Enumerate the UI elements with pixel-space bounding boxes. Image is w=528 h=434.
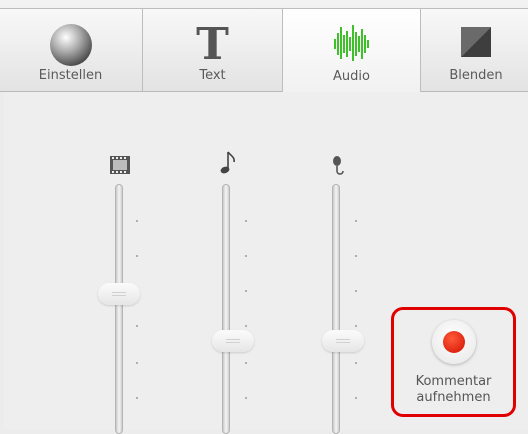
microphone-icon	[330, 155, 348, 183]
tick-dot	[355, 220, 357, 222]
record-label-line2: aufnehmen	[416, 390, 491, 405]
tick-dot	[136, 397, 138, 399]
tick-dot	[355, 325, 357, 327]
tab-text[interactable]: T Text	[142, 8, 283, 91]
tab-label: Blenden	[449, 68, 503, 83]
tick-dot	[136, 362, 138, 364]
channel-slider-track-music[interactable]	[222, 184, 230, 434]
slider-knob-voice[interactable]	[322, 330, 364, 352]
tick-dot	[245, 220, 247, 222]
tab-label: Einstellen	[38, 68, 103, 83]
channel-slider-track-voice[interactable]	[332, 184, 340, 434]
tick-dot	[355, 397, 357, 399]
tick-dot	[245, 255, 247, 257]
tick-dot	[245, 362, 247, 364]
record-label[interactable]: Kommentar aufnehmen	[394, 374, 513, 406]
record-button[interactable]	[432, 320, 476, 364]
sphere-icon	[49, 23, 93, 71]
tab-blenden[interactable]: Blenden	[420, 8, 528, 91]
record-icon	[443, 331, 465, 353]
record-commentary-highlight: Kommentar aufnehmen	[391, 307, 516, 417]
tick-dot	[136, 325, 138, 327]
slider-knob-music[interactable]	[212, 330, 254, 352]
tick-dot	[355, 362, 357, 364]
channel-slider-track-video[interactable]	[115, 184, 123, 434]
text-icon: T	[196, 19, 229, 70]
tab-label: Text	[199, 68, 226, 83]
tick-dot	[245, 290, 247, 292]
tick-dot	[245, 325, 247, 327]
tab-bar: Einstellen T Text Audio Blenden	[0, 0, 528, 92]
slider-knob-video[interactable]	[98, 283, 140, 305]
tab-einstellen[interactable]: Einstellen	[0, 8, 143, 91]
tick-dot	[136, 220, 138, 222]
audio-waveform-icon	[333, 23, 371, 67]
tab-audio[interactable]: Audio	[282, 8, 421, 92]
film-strip-icon	[110, 156, 130, 178]
transition-icon	[461, 27, 491, 61]
tab-label: Audio	[333, 69, 370, 84]
tick-dot	[245, 397, 247, 399]
tick-dot	[355, 290, 357, 292]
record-label-line1: Kommentar	[415, 374, 492, 389]
tick-dot	[136, 255, 138, 257]
tick-dot	[355, 255, 357, 257]
music-note-icon	[219, 150, 239, 180]
